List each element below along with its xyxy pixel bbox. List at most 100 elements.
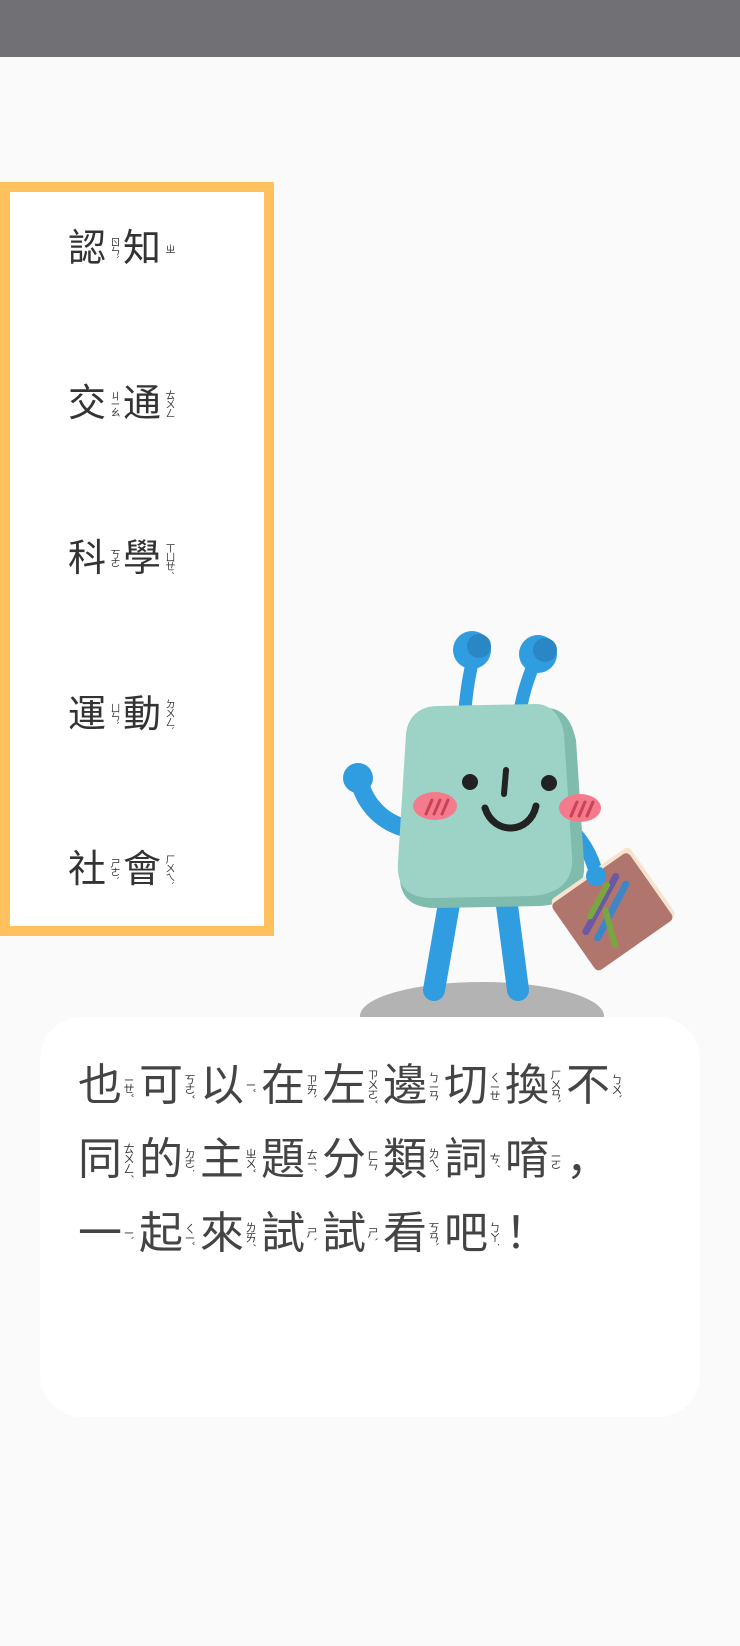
- ruby-char: 分ㄈㄣ: [322, 1131, 383, 1189]
- hanzi: 不: [566, 1060, 610, 1111]
- zhuyin: ㄕˋ: [366, 1226, 379, 1242]
- ruby-char: 來ㄌㄞˊ: [200, 1205, 261, 1263]
- ruby-char: 科ㄎㄜ: [68, 539, 123, 577]
- hanzi: ，: [566, 1134, 610, 1185]
- hanzi: 一: [78, 1208, 122, 1259]
- ruby-char: 換ㄏㄨㄢˋ: [505, 1057, 566, 1115]
- category-society[interactable]: 社ㄕㄜˋ 會ㄏㄨㄟˋ: [68, 839, 178, 899]
- zhuyin: ㄧㄝˇ: [122, 1074, 135, 1098]
- hanzi: 吧: [444, 1208, 488, 1259]
- zhuyin: ㄩㄣˋ: [108, 703, 120, 725]
- ruby-char: 左ㄗㄨㄛˇ: [322, 1057, 383, 1115]
- ruby-char: 看ㄎㄢˋ: [383, 1205, 444, 1263]
- ruby-char: 在ㄗㄞˋ: [261, 1057, 322, 1115]
- hanzi: 同: [78, 1134, 122, 1185]
- hanzi: 題: [261, 1134, 305, 1185]
- ruby-char: 也ㄧㄝˇ: [78, 1057, 139, 1115]
- zhuyin: ㄒㄩㄝˊ: [163, 542, 175, 574]
- status-bar: [0, 0, 740, 57]
- zhuyin: ㄊㄨㄥ: [163, 389, 175, 417]
- category-cognition[interactable]: 認ㄖㄣˋ 知ㄓ: [68, 218, 178, 278]
- category-transportation[interactable]: 交ㄐㄧㄠ通ㄊㄨㄥ: [68, 373, 178, 433]
- hanzi: 換: [505, 1060, 549, 1111]
- ruby-char: 類ㄌㄟˋ: [383, 1131, 444, 1189]
- category-sidebar: 認ㄖㄣˋ 知ㄓ 交ㄐㄧㄠ通ㄊㄨㄥ 科ㄎㄜ學ㄒㄩㄝˊ 運ㄩㄣˋ 動ㄉㄨㄥˋ 社ㄕㄜˋ 會…: [0, 182, 274, 936]
- ruby-char: 主ㄓㄨˇ: [200, 1131, 261, 1189]
- ruby-char: 不ㄅㄨˋ: [566, 1057, 627, 1115]
- zhuyin: ㄎㄜˇ: [183, 1073, 196, 1099]
- ruby-char: 認ㄖㄣˋ: [68, 229, 123, 267]
- ruby-char: 交ㄐㄧㄠ: [68, 384, 123, 422]
- zhuyin: ㄌㄟˋ: [427, 1147, 440, 1173]
- hanzi: 看: [383, 1208, 427, 1259]
- hanzi: 科: [68, 536, 107, 580]
- zhuyin: ㄏㄨㄟˋ: [163, 853, 175, 885]
- hanzi: 詞: [444, 1134, 488, 1185]
- zhuyin: ㄊㄨㄥˊ: [122, 1142, 135, 1178]
- ruby-char: 試ㄕˋ: [261, 1205, 322, 1263]
- hanzi: 分: [322, 1134, 366, 1185]
- hanzi: 運: [68, 692, 107, 736]
- ruby-char: 運ㄩㄣˋ: [68, 695, 123, 733]
- hanzi: 類: [383, 1134, 427, 1185]
- zhuyin: ㄊㄧˊ: [305, 1148, 318, 1172]
- ruby-char: 同ㄊㄨㄥˊ: [78, 1131, 139, 1189]
- zhuyin: ㄗㄞˋ: [305, 1073, 318, 1099]
- ruby-char: 的ㄉㄜ˙: [139, 1131, 200, 1189]
- zhuyin: ㄉㄨㄥˋ: [163, 698, 175, 730]
- zhuyin: ㄏㄨㄢˋ: [549, 1068, 562, 1104]
- zhuyin: ㄖㄣˋ: [108, 237, 120, 259]
- ruby-char: 起ㄑㄧˇ: [139, 1205, 200, 1263]
- ruby-char: 可ㄎㄜˇ: [139, 1057, 200, 1115]
- ruby-char: 唷ㄧㄛ: [505, 1131, 566, 1189]
- hanzi: 試: [322, 1208, 366, 1259]
- category-sports[interactable]: 運ㄩㄣˋ 動ㄉㄨㄥˋ: [68, 684, 178, 744]
- ruby-char: 吧ㄅㄚ˙: [444, 1205, 505, 1263]
- hanzi: 邊: [383, 1060, 427, 1111]
- zhuyin: ㄕˋ: [305, 1226, 318, 1242]
- ruby-char: ！: [505, 1205, 569, 1263]
- hanzi: 的: [139, 1134, 183, 1185]
- zhuyin: ㄉㄜ˙: [183, 1147, 196, 1173]
- hanzi: 交: [68, 381, 107, 425]
- category-science[interactable]: 科ㄎㄜ學ㄒㄩㄝˊ: [68, 528, 178, 588]
- zhuyin: ㄧˋ: [122, 1227, 135, 1241]
- ruby-char: 知ㄓ: [123, 229, 178, 267]
- zhuyin: ㄅㄨˋ: [610, 1073, 623, 1099]
- zhuyin: ㄑㄧˇ: [183, 1222, 196, 1246]
- ruby-char: ，: [566, 1131, 630, 1189]
- ruby-char: 社ㄕㄜˋ: [68, 850, 123, 888]
- ruby-char: 邊ㄅㄧㄢ: [383, 1057, 444, 1115]
- zhuyin: ㄑㄧㄝ: [488, 1072, 501, 1100]
- hanzi: 主: [200, 1134, 244, 1185]
- zhuyin: ㄅㄚ˙: [488, 1221, 501, 1247]
- hint-text: 也ㄧㄝˇ 可ㄎㄜˇ 以ㄧˇ 在ㄗㄞˋ 左ㄗㄨㄛˇ 邊ㄅㄧㄢ切ㄑㄧㄝ換ㄏㄨㄢˋ 不ㄅㄨˋ 同ㄊㄨ…: [78, 1057, 668, 1263]
- hanzi: ！: [505, 1208, 549, 1259]
- zhuyin: ㄐㄧㄠ: [108, 390, 120, 416]
- hanzi: 試: [261, 1208, 305, 1259]
- hanzi: 知: [123, 226, 162, 270]
- hanzi: 動: [123, 692, 162, 736]
- zhuyin: ㄅㄧㄢ: [427, 1072, 440, 1100]
- hanzi: 會: [123, 847, 162, 891]
- zhuyin: ㄓㄨˇ: [244, 1147, 257, 1173]
- zhuyin: ㄓ: [163, 243, 175, 253]
- mascot-illustration: [343, 631, 675, 1018]
- hanzi: 唷: [505, 1134, 549, 1185]
- zhuyin: ㄈㄣ: [366, 1150, 379, 1170]
- zhuyin: ㄘˊ: [488, 1152, 501, 1168]
- ruby-char: 動ㄉㄨㄥˋ: [123, 695, 178, 733]
- ruby-char: 詞ㄘˊ: [444, 1131, 505, 1189]
- hanzi: 在: [261, 1060, 305, 1111]
- hanzi: 學: [123, 536, 162, 580]
- zhuyin: ㄌㄞˊ: [244, 1221, 257, 1247]
- hanzi: 起: [139, 1208, 183, 1259]
- hanzi: 通: [123, 381, 162, 425]
- zhuyin: ㄗㄨㄛˇ: [366, 1068, 379, 1104]
- zhuyin: ㄧㄛ: [549, 1151, 562, 1169]
- hanzi: 可: [139, 1060, 183, 1111]
- ruby-char: 學ㄒㄩㄝˊ: [123, 539, 178, 577]
- ruby-char: 題ㄊㄧˊ: [261, 1131, 322, 1189]
- ruby-char: 一ㄧˋ: [78, 1205, 139, 1263]
- hanzi: 左: [322, 1060, 366, 1111]
